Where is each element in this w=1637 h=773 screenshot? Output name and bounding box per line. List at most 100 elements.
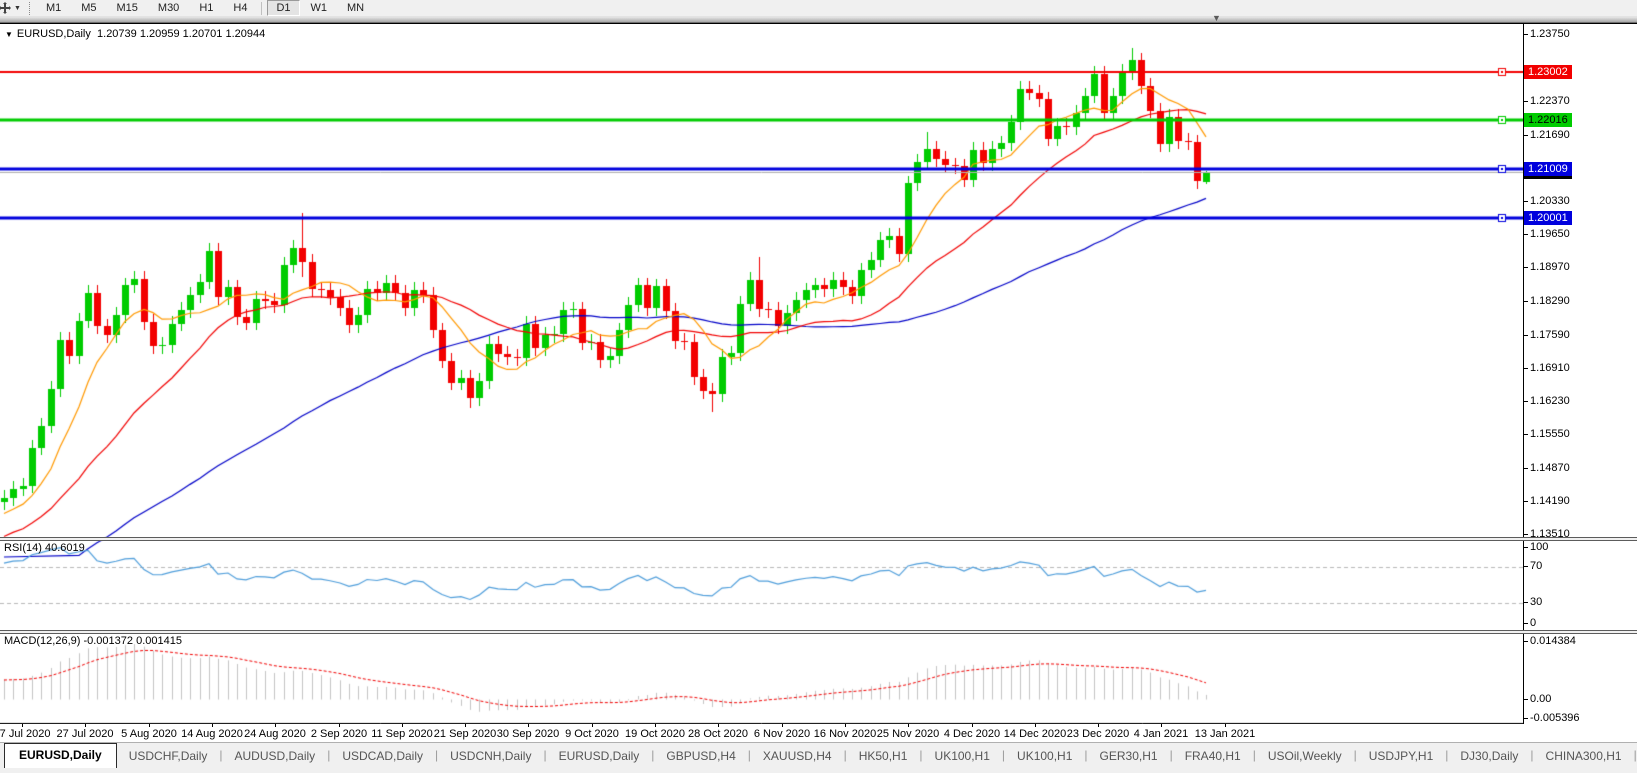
price-line-badge: 1.21009 xyxy=(1524,162,1572,176)
price-tick-label: 1.18290 xyxy=(1530,295,1570,307)
price-tick-label: 1.18970 xyxy=(1530,261,1570,273)
time-axis-tick xyxy=(592,724,593,727)
rsi-indicator-label: RSI(14) 40.6019 xyxy=(4,542,85,554)
chart-tab-hk50-h1[interactable]: HK50,H1 xyxy=(847,745,920,768)
chart-tab-fra40-h1[interactable]: FRA40,H1 xyxy=(1173,745,1253,768)
price-tick-label: 1.16910 xyxy=(1530,362,1570,374)
date-label: 14 Dec 2020 xyxy=(1004,728,1066,740)
date-label: 16 Nov 2020 xyxy=(814,728,876,740)
chart-symbol-label: EURUSD,Daily xyxy=(17,28,91,40)
chart-tab-eurusd-daily[interactable]: EURUSD,Daily xyxy=(4,743,117,768)
chart-tab-xauusd-h4[interactable]: XAUUSD,H4 xyxy=(751,745,844,768)
axis-tick xyxy=(1524,201,1528,202)
axis-tick xyxy=(1524,101,1528,102)
axis-tick xyxy=(1524,434,1528,435)
timeframe-button-m5[interactable]: M5 xyxy=(72,0,105,16)
chart-canvas[interactable] xyxy=(0,24,1523,724)
chart-tab-audusd-daily[interactable]: AUDUSD,Daily xyxy=(223,745,328,768)
axis-tick xyxy=(1524,267,1528,268)
date-label: 11 Sep 2020 xyxy=(371,728,433,740)
price-tick-label: 1.23750 xyxy=(1530,28,1570,40)
chart-tab-bar: EURUSD,DailyUSDCHF,Daily|AUDUSD,Daily|US… xyxy=(0,742,1637,768)
axis-tick xyxy=(1524,641,1528,642)
scroll-position-marker-icon[interactable]: ▼ xyxy=(1212,13,1221,23)
chart-tab-usdcnh-daily[interactable]: USDCNH,Daily xyxy=(438,745,543,768)
axis-tick xyxy=(1524,566,1528,567)
time-axis-tick xyxy=(402,724,403,727)
axis-tick xyxy=(1524,718,1528,719)
axis-tick xyxy=(1524,368,1528,369)
timeframe-buttons: M1M5M15M30H1H4 D1W1MN xyxy=(36,0,374,16)
date-label: 5 Aug 2020 xyxy=(121,728,177,740)
toolbar-grip[interactable] xyxy=(29,2,30,15)
rsi-tick-label: 30 xyxy=(1530,596,1542,608)
time-axis-tick xyxy=(782,724,783,727)
price-line-badge: 1.23002 xyxy=(1524,65,1572,79)
date-label: 6 Nov 2020 xyxy=(754,728,810,740)
time-axis-tick xyxy=(655,724,656,727)
axis-tick xyxy=(1524,34,1528,35)
time-axis-tick xyxy=(1225,724,1226,727)
axis-tick xyxy=(1524,623,1528,624)
price-tick-label: 1.21690 xyxy=(1530,129,1570,141)
time-axis-tick xyxy=(1035,724,1036,727)
time-axis-tick xyxy=(465,724,466,727)
time-axis-tick xyxy=(275,724,276,727)
time-axis-tick xyxy=(718,724,719,727)
date-label: 30 Sep 2020 xyxy=(497,728,559,740)
axis-tick xyxy=(1524,234,1528,235)
timeframe-button-m1[interactable]: M1 xyxy=(37,0,70,16)
axis-tick xyxy=(1524,135,1528,136)
time-axis-tick xyxy=(972,724,973,727)
price-line-badge: 1.20001 xyxy=(1524,211,1572,225)
macd-zero-label: 0.00 xyxy=(1530,693,1551,705)
chart-tab-gbpusd-h4[interactable]: GBPUSD,H4 xyxy=(654,745,747,768)
timeframe-button-m15[interactable]: M15 xyxy=(108,0,147,16)
price-line-badge: 1.22016 xyxy=(1524,113,1572,127)
rsi-tick-label: 100 xyxy=(1530,541,1548,553)
timeframe-button-h4[interactable]: H4 xyxy=(224,0,256,16)
chart-tab-usoil-weekly[interactable]: USOil,Weekly xyxy=(1256,745,1354,768)
chart-ohlc-values: 1.20739 1.20959 1.20701 1.20944 xyxy=(97,28,265,40)
tool-dropdown-caret-icon[interactable]: ▼ xyxy=(12,5,27,12)
timeframe-button-m30[interactable]: M30 xyxy=(149,0,188,16)
price-tick-label: 1.16230 xyxy=(1530,395,1570,407)
price-tick-label: 1.17590 xyxy=(1530,329,1570,341)
time-axis-tick xyxy=(845,724,846,727)
axis-tick xyxy=(1524,602,1528,603)
time-axis-tick xyxy=(908,724,909,727)
timeframe-group-separator xyxy=(261,2,262,15)
chart-tab-usdchf-daily[interactable]: USDCHF,Daily xyxy=(117,745,220,768)
timeframe-toolbar: ▼ M1M5M15M30H1H4 D1W1MN xyxy=(0,0,1637,17)
date-label: 13 Jan 2021 xyxy=(1195,728,1256,740)
chart-tab-dj30-daily[interactable]: DJ30,Daily xyxy=(1448,745,1530,768)
chart-title: ▼ EURUSD,Daily 1.20739 1.20959 1.20701 1.… xyxy=(5,28,265,40)
chart-tab-usdcad-daily[interactable]: USDCAD,Daily xyxy=(330,745,435,768)
date-label: 21 Sep 2020 xyxy=(434,728,496,740)
time-axis-tick xyxy=(339,724,340,727)
chart-tab-uk100-h1[interactable]: UK100,H1 xyxy=(1005,745,1084,768)
timeframe-button-h1[interactable]: H1 xyxy=(190,0,222,16)
date-label: 2 Sep 2020 xyxy=(311,728,367,740)
price-tick-label: 1.19650 xyxy=(1530,228,1570,240)
chart-tab-usdjpy-h1[interactable]: USDJPY,H1 xyxy=(1357,745,1445,768)
chart-tab-china300-h1[interactable]: CHINA300,H1 xyxy=(1534,745,1634,768)
collapse-chart-icon[interactable]: ▼ xyxy=(5,30,13,39)
timeframe-button-mn[interactable]: MN xyxy=(338,0,373,16)
time-axis-tick xyxy=(1098,724,1099,727)
time-axis-tick xyxy=(22,724,23,727)
axis-tick xyxy=(1524,301,1528,302)
chart-tab-uk100-h1[interactable]: UK100,H1 xyxy=(923,745,1002,768)
chart-tab-ger30-h1[interactable]: GER30,H1 xyxy=(1088,745,1170,768)
pane-divider-rsi[interactable] xyxy=(0,537,1637,541)
timeframe-button-d1[interactable]: D1 xyxy=(267,0,299,16)
rsi-tick-label: 0 xyxy=(1530,617,1536,629)
time-axis-tick xyxy=(1161,724,1162,727)
chart-tab-eurusd-daily[interactable]: EURUSD,Daily xyxy=(547,745,652,768)
timeframe-button-w1[interactable]: W1 xyxy=(302,0,337,16)
time-axis-tick xyxy=(85,724,86,727)
pan-tool-icon[interactable] xyxy=(0,2,12,15)
date-label: 27 Jul 2020 xyxy=(57,728,114,740)
pane-divider-macd[interactable] xyxy=(0,630,1637,634)
macd-min-label: -0.005396 xyxy=(1530,712,1580,724)
